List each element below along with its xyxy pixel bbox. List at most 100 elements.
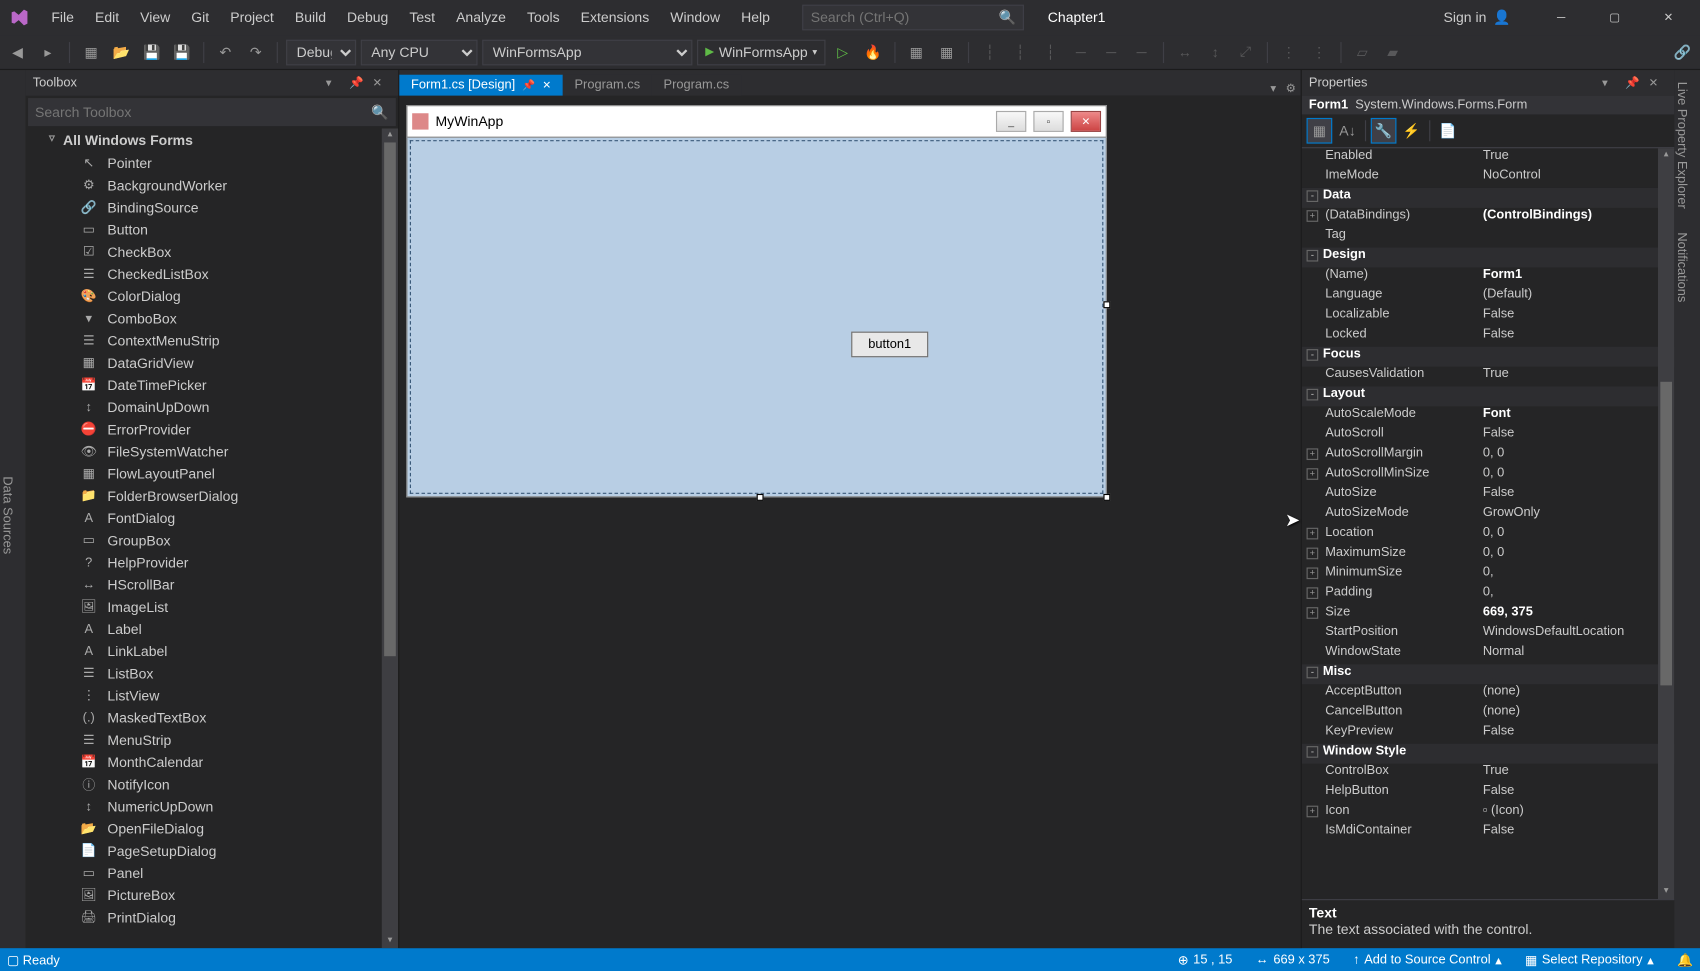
menu-debug[interactable]: Debug xyxy=(338,5,398,31)
order-icon[interactable]: ▰ xyxy=(1380,39,1406,65)
property-row[interactable]: IsMdiContainerFalse xyxy=(1302,823,1674,843)
close-icon[interactable]: ✕ xyxy=(542,79,551,92)
undo-button[interactable]: ↶ xyxy=(213,39,239,65)
property-row[interactable]: MaximumSize+0, 0 xyxy=(1302,545,1674,565)
toolbox-item[interactable]: 🎨ColorDialog xyxy=(26,285,398,307)
property-category[interactable]: Layout- xyxy=(1302,386,1674,406)
property-row[interactable]: Icon+▫ (Icon) xyxy=(1302,803,1674,823)
property-category[interactable]: Misc- xyxy=(1302,664,1674,684)
property-row[interactable]: KeyPreviewFalse xyxy=(1302,724,1674,744)
toolbox-item[interactable]: 🖨PrintDialog xyxy=(26,906,398,928)
tab-settings-icon[interactable]: ⚙ xyxy=(1281,83,1301,96)
align-icon[interactable]: ┆ xyxy=(1007,39,1033,65)
share-icon[interactable]: 🔗 xyxy=(1670,39,1696,65)
signin-button[interactable]: Sign in 👤 xyxy=(1444,9,1511,25)
menu-git[interactable]: Git xyxy=(182,5,219,31)
property-row[interactable]: AutoSizeModeGrowOnly xyxy=(1302,506,1674,526)
toolbox-item[interactable]: 📅DateTimePicker xyxy=(26,374,398,396)
property-row[interactable]: Tag xyxy=(1302,228,1674,248)
expand-icon[interactable]: - xyxy=(1307,349,1319,361)
scroll-down-arrow[interactable]: ▾ xyxy=(382,934,398,948)
toolbox-item[interactable]: ▭Button xyxy=(26,218,398,240)
property-row[interactable]: (DataBindings)+(ControlBindings) xyxy=(1302,208,1674,228)
property-category[interactable]: Focus- xyxy=(1302,347,1674,367)
save-button[interactable]: 💾 xyxy=(139,39,165,65)
tab-overflow-icon[interactable]: ▾ xyxy=(1266,83,1281,96)
property-row[interactable]: AutoScrollMargin+0, 0 xyxy=(1302,446,1674,466)
toolbox-item[interactable]: AFontDialog xyxy=(26,507,398,529)
close-icon[interactable]: ✕ xyxy=(372,76,391,89)
form-designer[interactable]: MyWinApp _ ▫ ✕ button1 xyxy=(406,105,1107,497)
toolbox-item[interactable]: ☑CheckBox xyxy=(26,241,398,263)
toolbox-item[interactable]: 🔗BindingSource xyxy=(26,196,398,218)
align-icon[interactable]: ─ xyxy=(1068,39,1094,65)
toolbox-search-input[interactable] xyxy=(35,104,371,120)
property-row[interactable]: Padding+0, xyxy=(1302,585,1674,605)
menu-tools[interactable]: Tools xyxy=(518,5,569,31)
events-button[interactable]: ⚡ xyxy=(1399,118,1425,144)
data-sources-tab[interactable]: Data Sources xyxy=(0,476,14,554)
align-icon[interactable]: ─ xyxy=(1098,39,1124,65)
toolbox-category[interactable]: All Windows Forms xyxy=(26,128,398,151)
property-row[interactable]: AutoScrollMinSize+0, 0 xyxy=(1302,466,1674,486)
new-button[interactable]: ▦ xyxy=(78,39,104,65)
tab-active[interactable]: Form1.cs [Design] 📌 ✕ xyxy=(399,75,562,96)
toolbox-item[interactable]: ⓘNotifyIcon xyxy=(26,773,398,795)
size-icon[interactable]: ↕ xyxy=(1202,39,1228,65)
toolbox-item[interactable]: 📅MonthCalendar xyxy=(26,751,398,773)
expand-icon[interactable]: - xyxy=(1307,250,1319,262)
toolbox-item[interactable]: (.)MaskedTextBox xyxy=(26,706,398,728)
spacing-icon[interactable]: ⋮ xyxy=(1276,39,1302,65)
toolbox-item[interactable]: ☰ContextMenuStrip xyxy=(26,329,398,351)
toolbox-item[interactable]: ☰MenuStrip xyxy=(26,729,398,751)
align-icon[interactable]: ┆ xyxy=(977,39,1003,65)
dropdown-icon[interactable]: ▾ xyxy=(1602,76,1621,89)
property-row[interactable]: Language(Default) xyxy=(1302,287,1674,307)
scroll-thumb[interactable] xyxy=(1660,382,1672,686)
design-surface[interactable]: MyWinApp _ ▫ ✕ button1 xyxy=(399,96,1300,948)
scrollbar[interactable]: ▴ ▾ xyxy=(1658,148,1674,899)
source-control-button[interactable]: ↑ Add to Source Control ▴ xyxy=(1353,952,1502,967)
toolbox-item[interactable]: ALinkLabel xyxy=(26,640,398,662)
scroll-down-arrow[interactable]: ▾ xyxy=(1658,885,1674,899)
expand-icon[interactable]: + xyxy=(1307,210,1319,222)
property-row[interactable]: EnabledTrue xyxy=(1302,148,1674,168)
search-input[interactable] xyxy=(811,9,999,25)
menu-window[interactable]: Window xyxy=(661,5,730,31)
toolbox-item[interactable]: 🖼PictureBox xyxy=(26,884,398,906)
toolbox-item[interactable]: ALabel xyxy=(26,618,398,640)
property-row[interactable]: AutoScrollFalse xyxy=(1302,426,1674,446)
expand-icon[interactable]: + xyxy=(1307,607,1319,619)
toolbox-item[interactable]: ☰ListBox xyxy=(26,662,398,684)
menu-view[interactable]: View xyxy=(131,5,180,31)
property-category[interactable]: Design- xyxy=(1302,248,1674,268)
toolbox-item[interactable]: ↔HScrollBar xyxy=(26,573,398,595)
expand-icon[interactable]: - xyxy=(1307,746,1319,758)
spacing-icon[interactable]: ⋮ xyxy=(1306,39,1332,65)
scroll-up-arrow[interactable]: ▴ xyxy=(382,128,398,142)
property-row[interactable]: WindowStateNormal xyxy=(1302,645,1674,665)
menu-extensions[interactable]: Extensions xyxy=(571,5,658,31)
close-icon[interactable]: ✕ xyxy=(1649,76,1668,89)
tab[interactable]: Program.cs xyxy=(652,75,741,96)
minimize-button[interactable]: ─ xyxy=(1534,0,1588,35)
property-row[interactable]: Size+669, 375 xyxy=(1302,605,1674,625)
expand-icon[interactable]: + xyxy=(1307,448,1319,460)
open-button[interactable]: 📂 xyxy=(109,39,135,65)
expand-icon[interactable]: + xyxy=(1307,567,1319,579)
hot-reload-button[interactable]: 🔥 xyxy=(860,39,886,65)
scrollbar[interactable]: ▴ ▾ xyxy=(382,128,398,948)
menu-project[interactable]: Project xyxy=(221,5,283,31)
menu-build[interactable]: Build xyxy=(286,5,336,31)
property-row[interactable]: MinimumSize+0, xyxy=(1302,565,1674,585)
platform-select[interactable]: Any CPU xyxy=(361,39,478,65)
property-row[interactable]: CancelButton(none) xyxy=(1302,704,1674,724)
button1-control[interactable]: button1 xyxy=(851,332,928,358)
back-button[interactable]: ◀ xyxy=(5,39,31,65)
expand-icon[interactable]: + xyxy=(1307,528,1319,540)
close-button[interactable]: ✕ xyxy=(1642,0,1696,35)
pin-icon[interactable]: 📌 xyxy=(1625,76,1644,89)
menu-file[interactable]: File xyxy=(42,5,83,31)
scroll-up-arrow[interactable]: ▴ xyxy=(1658,148,1674,162)
start-nodebug-button[interactable]: ▷ xyxy=(830,39,856,65)
